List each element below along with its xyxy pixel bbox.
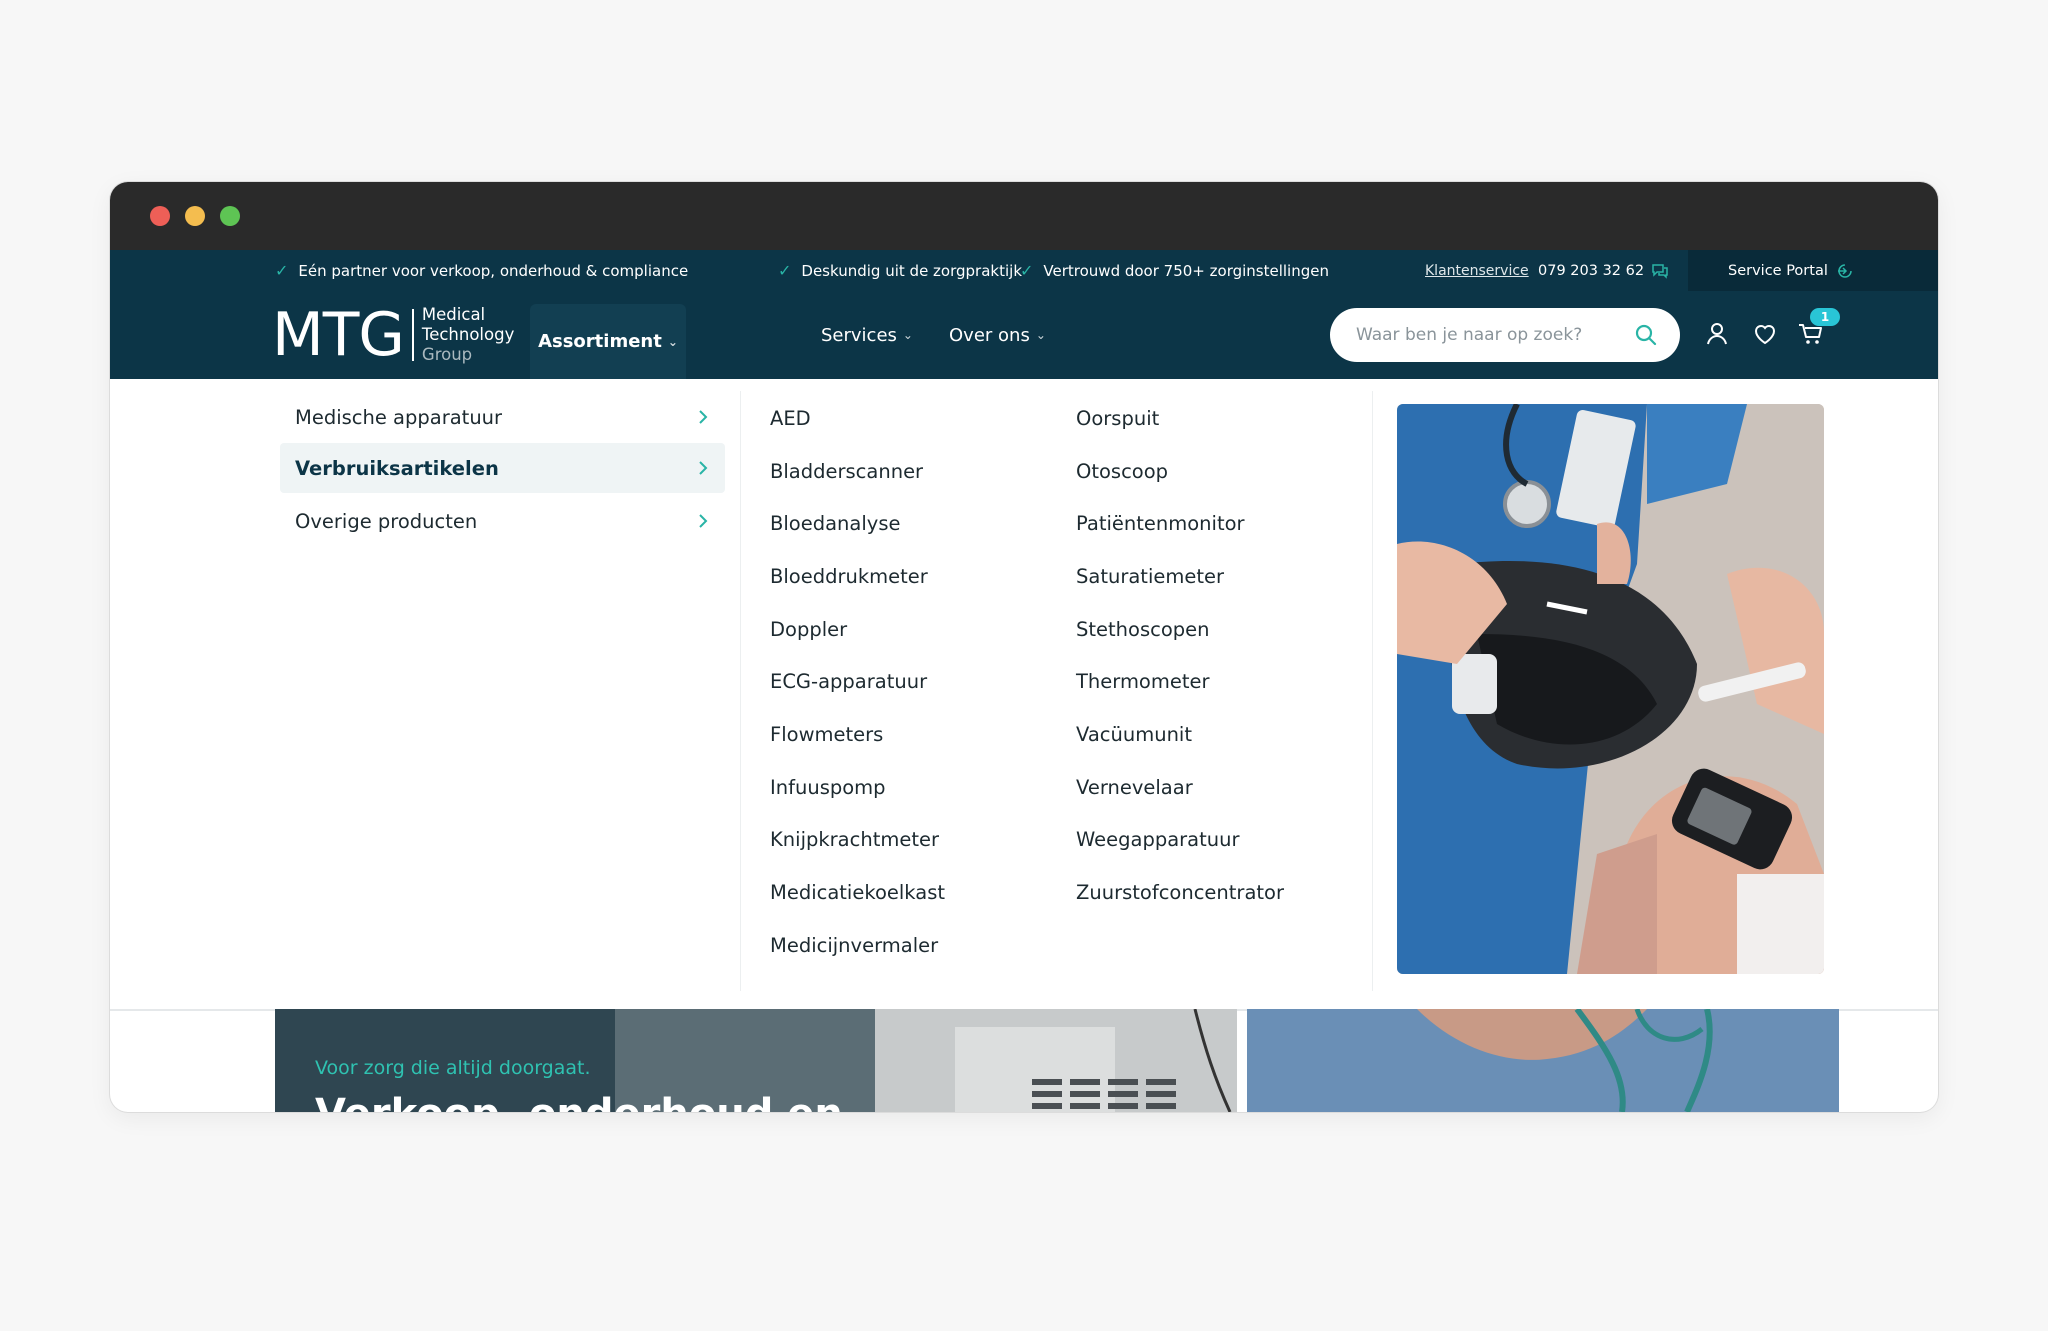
- subcategory-link[interactable]: Bloeddrukmeter: [770, 565, 928, 588]
- maximize-window-button[interactable]: [220, 206, 240, 226]
- subcategory-link[interactable]: Vernevelaar: [1076, 776, 1193, 799]
- subcategory-link[interactable]: Oorspuit: [1076, 407, 1159, 430]
- service-portal-button[interactable]: Service Portal: [1688, 250, 1938, 291]
- phone-link[interactable]: 079 203 32 62: [1538, 250, 1669, 291]
- chevron-down-icon: ⌄: [1035, 328, 1046, 342]
- subcategory-link[interactable]: Knijpkrachtmeter: [770, 828, 939, 851]
- window-titlebar: [110, 182, 1938, 250]
- subcategory-link[interactable]: Weegapparatuur: [1076, 828, 1240, 851]
- chevron-down-icon: ⌄: [902, 328, 913, 342]
- subcategory-link[interactable]: Vacüumunit: [1076, 723, 1192, 746]
- nav-over-ons[interactable]: Over ons ⌄: [949, 291, 1046, 379]
- nav-services[interactable]: Services ⌄: [821, 291, 913, 379]
- subcategory-link[interactable]: Infuuspomp: [770, 776, 886, 799]
- subcategory-link[interactable]: Flowmeters: [770, 723, 883, 746]
- subcategory-link[interactable]: Thermometer: [1076, 670, 1210, 693]
- subcategory-link[interactable]: Saturatiemeter: [1076, 565, 1224, 588]
- heart-icon[interactable]: [1750, 319, 1780, 349]
- nav-assortiment[interactable]: Assortiment ⌄: [530, 304, 686, 379]
- usp-bar: ✓ Eén partner voor verkoop, onderhoud & c…: [110, 250, 1938, 291]
- mtg-logo[interactable]: MTG Medical Technology Group: [272, 297, 514, 373]
- minimize-window-button[interactable]: [185, 206, 205, 226]
- check-icon: ✓: [778, 261, 792, 280]
- category-medische-apparatuur[interactable]: Medische apparatuur: [280, 392, 725, 442]
- check-icon: ✓: [275, 261, 289, 280]
- subcategory-link[interactable]: AED: [770, 407, 811, 430]
- main-navigation: MTG Medical Technology Group Assortiment…: [110, 291, 1938, 379]
- check-icon: ✓: [1020, 261, 1034, 280]
- nurse-photo: [1247, 1009, 1839, 1112]
- search-icon[interactable]: [1634, 323, 1658, 347]
- chevron-right-icon: [699, 514, 708, 528]
- hero-kicker: Voor zorg die altijd doorgaat.: [315, 1057, 591, 1079]
- chat-icon: [1652, 263, 1668, 279]
- hero-banner: Voor zorg die altijd doorgaat. Verkoop, …: [275, 1009, 1237, 1112]
- hero-title: Verkoop, onderhoud en: [315, 1091, 843, 1112]
- subcategory-link[interactable]: Medicijnvermaler: [770, 934, 938, 957]
- assortiment-mega-menu: Medische apparatuur Verbruiksartikelen O…: [110, 379, 1938, 1009]
- subcategory-link[interactable]: Doppler: [770, 618, 847, 641]
- subcategory-link[interactable]: Zuurstofconcentrator: [1076, 881, 1284, 904]
- login-arrow-icon: [1837, 263, 1852, 278]
- category-overige-producten[interactable]: Overige producten: [280, 496, 725, 546]
- subcategory-link[interactable]: Otoscoop: [1076, 460, 1168, 483]
- usp-item: ✓ Vertrouwd door 750+ zorginstellingen: [1020, 261, 1329, 280]
- cart-count-badge: 1: [1810, 308, 1840, 326]
- search-bar: [1330, 308, 1680, 362]
- subcategory-link[interactable]: Bloedanalyse: [770, 512, 900, 535]
- search-input[interactable]: [1356, 308, 1626, 362]
- glucose-test-photo: [1397, 404, 1824, 974]
- hero-side-photo: [1247, 1009, 1839, 1112]
- category-verbruiksartikelen[interactable]: Verbruiksartikelen: [280, 443, 725, 493]
- klantenservice-link[interactable]: Klantenservice: [1425, 250, 1529, 291]
- subcategory-link[interactable]: ECG-apparatuur: [770, 670, 927, 693]
- close-window-button[interactable]: [150, 206, 170, 226]
- account-icon[interactable]: [1702, 319, 1732, 349]
- chevron-right-icon: [699, 410, 708, 424]
- subcategory-link[interactable]: Stethoscopen: [1076, 618, 1210, 641]
- subcategory-link[interactable]: Patiëntenmonitor: [1076, 512, 1245, 535]
- chevron-right-icon: [699, 461, 708, 475]
- chevron-down-icon: ⌄: [667, 334, 678, 349]
- subcategory-link[interactable]: Medicatiekoelkast: [770, 881, 945, 904]
- usp-item: ✓ Eén partner voor verkoop, onderhoud & c…: [275, 261, 689, 280]
- promo-photo: [1397, 404, 1824, 974]
- usp-item: ✓ Deskundig uit de zorgpraktijk: [778, 261, 1023, 280]
- browser-window: ✓ Eén partner voor verkoop, onderhoud & c…: [110, 182, 1938, 1112]
- subcategory-link[interactable]: Bladderscanner: [770, 460, 923, 483]
